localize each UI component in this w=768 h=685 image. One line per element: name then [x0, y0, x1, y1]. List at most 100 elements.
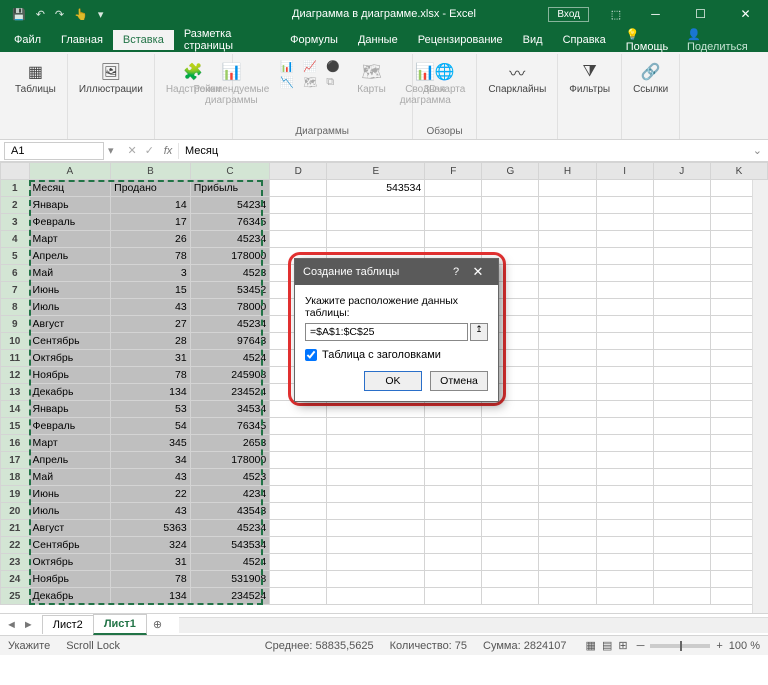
cell[interactable]	[596, 265, 653, 282]
tables-button[interactable]: ▦Таблицы	[12, 60, 59, 97]
cell[interactable]: Октябрь	[29, 350, 111, 367]
cell[interactable]	[653, 384, 710, 401]
qat-dropdown-icon[interactable]: ▾	[98, 8, 104, 21]
cell[interactable]	[653, 537, 710, 554]
cell[interactable]: 45234	[190, 520, 270, 537]
cell[interactable]	[596, 571, 653, 588]
cell[interactable]	[539, 571, 596, 588]
row-header[interactable]: 17	[1, 452, 30, 469]
cell[interactable]	[539, 333, 596, 350]
cell[interactable]	[653, 282, 710, 299]
cell[interactable]: Март	[29, 231, 111, 248]
cell[interactable]	[482, 469, 539, 486]
range-input[interactable]	[305, 323, 468, 341]
cell[interactable]: Январь	[29, 197, 111, 214]
cell[interactable]	[425, 537, 482, 554]
cell[interactable]	[596, 503, 653, 520]
row-header[interactable]: 24	[1, 571, 30, 588]
row-header[interactable]: 22	[1, 537, 30, 554]
col-header[interactable]: F	[425, 163, 482, 180]
cell[interactable]	[482, 214, 539, 231]
cell[interactable]	[482, 401, 539, 418]
tab-insert[interactable]: Вставка	[113, 30, 174, 50]
col-header[interactable]: J	[653, 163, 710, 180]
cell[interactable]	[596, 367, 653, 384]
cell[interactable]	[596, 350, 653, 367]
cell[interactable]	[270, 520, 327, 537]
cell[interactable]	[596, 180, 653, 197]
cell[interactable]	[653, 571, 710, 588]
cell[interactable]: 31	[111, 350, 191, 367]
cell[interactable]	[327, 401, 425, 418]
cell[interactable]: Май	[29, 265, 111, 282]
cell[interactable]	[653, 486, 710, 503]
row-header[interactable]: 11	[1, 350, 30, 367]
close-button[interactable]: ✕	[723, 0, 768, 28]
cell[interactable]	[539, 197, 596, 214]
cell[interactable]: Июнь	[29, 282, 111, 299]
row-header[interactable]: 21	[1, 520, 30, 537]
cell[interactable]: 78	[111, 248, 191, 265]
cell[interactable]	[539, 520, 596, 537]
cell[interactable]: 45234	[190, 316, 270, 333]
col-header[interactable]: E	[327, 163, 425, 180]
cell[interactable]	[653, 299, 710, 316]
row-header[interactable]: 9	[1, 316, 30, 333]
cell[interactable]	[327, 197, 425, 214]
cell[interactable]	[596, 316, 653, 333]
cell[interactable]	[596, 588, 653, 605]
cell[interactable]: 78	[111, 367, 191, 384]
cell[interactable]: 543534	[190, 537, 270, 554]
row-header[interactable]: 16	[1, 435, 30, 452]
cell[interactable]: Продано	[111, 180, 191, 197]
col-header[interactable]: K	[710, 163, 767, 180]
cell[interactable]: Февраль	[29, 418, 111, 435]
col-header[interactable]: C	[190, 163, 270, 180]
cell[interactable]	[482, 197, 539, 214]
cell[interactable]	[327, 503, 425, 520]
cell[interactable]	[270, 214, 327, 231]
cell[interactable]	[482, 554, 539, 571]
fx-enter-icon[interactable]: ✓	[141, 144, 158, 157]
cell[interactable]	[539, 265, 596, 282]
cell[interactable]: Апрель	[29, 248, 111, 265]
cell[interactable]: 531908	[190, 571, 270, 588]
cell[interactable]	[539, 418, 596, 435]
recommended-charts-button[interactable]: 📊Рекомендуемые диаграммы	[191, 60, 273, 108]
cell[interactable]: Май	[29, 469, 111, 486]
name-box[interactable]	[4, 142, 104, 160]
cell[interactable]	[539, 214, 596, 231]
cell[interactable]: 34	[111, 452, 191, 469]
cell[interactable]	[425, 197, 482, 214]
row-header[interactable]: 15	[1, 418, 30, 435]
cell[interactable]	[270, 231, 327, 248]
cell[interactable]	[653, 350, 710, 367]
row-header[interactable]: 14	[1, 401, 30, 418]
headers-checkbox-row[interactable]: Таблица с заголовками	[305, 349, 488, 361]
cell[interactable]	[327, 418, 425, 435]
cell[interactable]	[482, 180, 539, 197]
cell[interactable]: 53	[111, 401, 191, 418]
cell[interactable]	[425, 214, 482, 231]
cell[interactable]	[653, 469, 710, 486]
cell[interactable]	[596, 435, 653, 452]
cell[interactable]	[596, 197, 653, 214]
cell[interactable]: Декабрь	[29, 588, 111, 605]
row-header[interactable]: 5	[1, 248, 30, 265]
row-header[interactable]: 20	[1, 503, 30, 520]
horizontal-scrollbar[interactable]	[179, 617, 768, 633]
cell[interactable]	[270, 537, 327, 554]
cell[interactable]	[653, 418, 710, 435]
sparklines-button[interactable]: 〰Спарклайны	[485, 60, 549, 97]
cell[interactable]	[539, 503, 596, 520]
cell[interactable]	[327, 486, 425, 503]
illustrations-button[interactable]: 🖼Иллюстрации	[76, 60, 146, 97]
cell[interactable]	[327, 469, 425, 486]
cell[interactable]	[327, 435, 425, 452]
cell[interactable]	[596, 214, 653, 231]
tab-data[interactable]: Данные	[348, 30, 408, 50]
row-header[interactable]: 12	[1, 367, 30, 384]
cell[interactable]: 97643	[190, 333, 270, 350]
cell[interactable]	[425, 452, 482, 469]
dialog-help-icon[interactable]: ?	[446, 266, 466, 278]
